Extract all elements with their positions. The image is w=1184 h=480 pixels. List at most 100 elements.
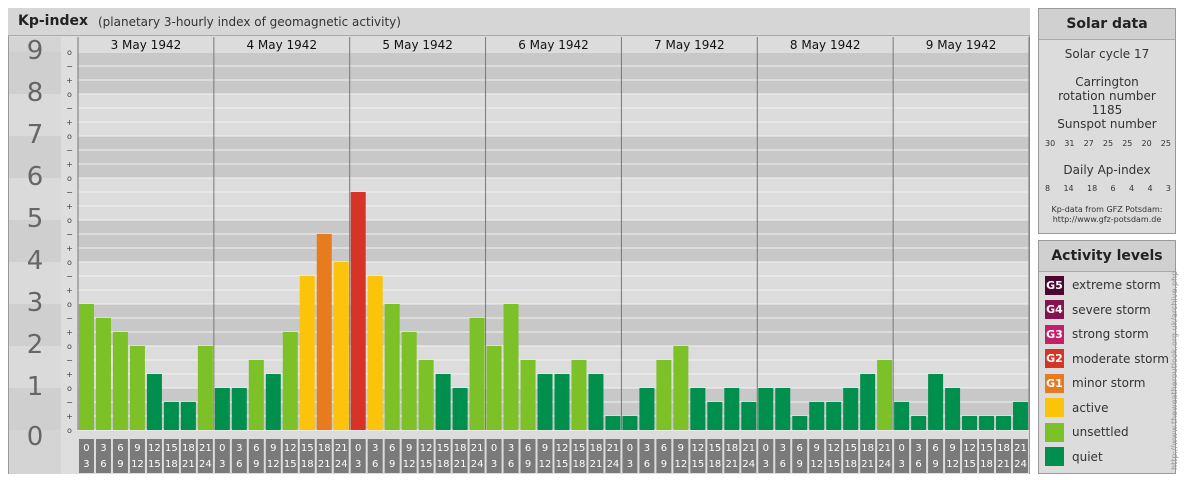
sunspot-value-6: 25 [1160,139,1171,148]
minor-tick-7-0: o [67,132,72,141]
activity-level-quiet: quiet [1045,447,1103,467]
interval-start-22: 18 [454,443,467,454]
interval-start-44: 12 [827,443,840,454]
date-label-4: 7 May 1942 [654,38,725,52]
band-8 [78,52,1029,94]
interval-start-5: 15 [165,443,178,454]
ap-value-1: 14 [1063,184,1074,193]
interval-end-48: 3 [898,459,904,470]
interval-start-53: 15 [980,443,993,454]
minor-tick-3-2: − [66,314,73,323]
y-tick-label-0: 0 [27,422,44,452]
y-tick-label-8: 8 [27,78,44,108]
activity-level-strong-storm: G3 strong storm [1045,324,1149,344]
interval-start-11: 9 [270,443,276,454]
kp-bar-21 [435,374,451,430]
interval-end-19: 12 [403,459,416,470]
interval-end-35: 12 [674,459,687,470]
interval-end-3: 12 [131,459,144,470]
interval-end-4: 15 [148,459,161,470]
band-2 [78,304,1029,346]
interval-end-1: 6 [100,459,106,470]
activity-label: severe storm [1072,302,1151,317]
interval-start-43: 9 [814,443,820,454]
minor-tick-8-0: o [67,90,72,99]
interval-end-17: 6 [372,459,378,470]
interval-start-8: 0 [219,443,225,454]
date-label-3: 6 May 1942 [518,38,589,52]
interval-end-11: 12 [267,459,280,470]
kp-bar-0 [79,304,94,430]
interval-start-19: 9 [406,443,412,454]
activity-label: unsettled [1072,425,1129,439]
interval-end-13: 18 [301,459,314,470]
interval-end-12: 15 [284,459,297,470]
kp-bar-46 [860,374,876,430]
interval-end-37: 18 [708,459,721,470]
interval-end-45: 18 [844,459,857,470]
activity-swatch: G2 [1045,349,1064,368]
interval-start-55: 21 [1014,443,1027,454]
y-tick-label-7: 7 [27,120,44,150]
interval-start-21: 15 [437,443,450,454]
interval-end-49: 6 [915,459,921,470]
minor-tick-5-0: o [67,216,72,225]
kp-bar-10 [248,359,264,430]
minor-tick-8-2: − [66,104,73,113]
activity-label: moderate storm [1072,351,1169,366]
solar-data-heading: Solar data [1039,9,1175,40]
source-line2: http://www.gfz-potsdam.de [1052,215,1162,224]
kp-chart: 3 May 1942 4 May 1942 5 May 1942 6 May 1942… [9,36,1030,474]
minor-tick-4-1: + [66,244,73,253]
interval-start-31: 21 [607,443,620,454]
interval-end-40: 3 [763,459,769,470]
interval-start-18: 6 [389,443,395,454]
interval-start-1: 3 [100,443,106,454]
interval-start-48: 0 [898,443,904,454]
interval-end-46: 21 [861,459,874,470]
interval-end-8: 3 [219,459,225,470]
interval-start-29: 15 [573,443,586,454]
kp-bar-44 [826,401,842,430]
activity-swatch [1045,447,1064,466]
activity-level-extreme-storm: G5 extreme storm [1045,275,1161,295]
minor-tick-1-0: o [67,384,72,393]
activity-swatch: G3 [1045,324,1064,344]
interval-end-51: 12 [946,459,959,470]
interval-start-51: 9 [949,443,955,454]
interval-end-5: 18 [165,459,178,470]
date-label-0: 3 May 1942 [111,38,182,52]
interval-end-20: 15 [420,459,433,470]
interval-end-32: 3 [627,459,633,470]
kp-bar-36 [690,388,706,430]
interval-end-53: 18 [980,459,993,470]
kp-bar-1 [95,317,111,430]
minor-tick-4-2: − [66,272,73,281]
kp-bar-32 [622,416,638,430]
interval-start-3: 9 [134,443,140,454]
kp-bar-35 [673,346,689,430]
kp-bar-20 [418,359,434,430]
minor-tick-2-1: + [66,328,73,337]
interval-start-40: 0 [763,443,769,454]
interval-start-16: 0 [355,443,361,454]
interval-start-47: 21 [878,443,891,454]
interval-end-9: 6 [236,459,242,470]
kp-bar-3 [129,346,145,430]
interval-end-18: 9 [389,459,395,470]
interval-end-34: 9 [661,459,667,470]
kp-bar-6 [180,401,196,430]
interval-start-0: 0 [83,443,89,454]
kp-bar-11 [265,374,281,430]
kp-bar-28 [554,374,570,430]
interval-end-15: 24 [335,459,348,470]
interval-end-22: 21 [454,459,467,470]
activity-swatch [1045,422,1064,442]
kp-bar-27 [537,374,553,430]
minor-tick-7-2: − [66,146,73,155]
interval-end-31: 24 [607,459,620,470]
minor-tick-8-1: + [66,76,73,85]
interval-start-54: 18 [997,443,1010,454]
interval-start-37: 15 [708,443,721,454]
minor-tick-1-2: − [66,398,73,407]
